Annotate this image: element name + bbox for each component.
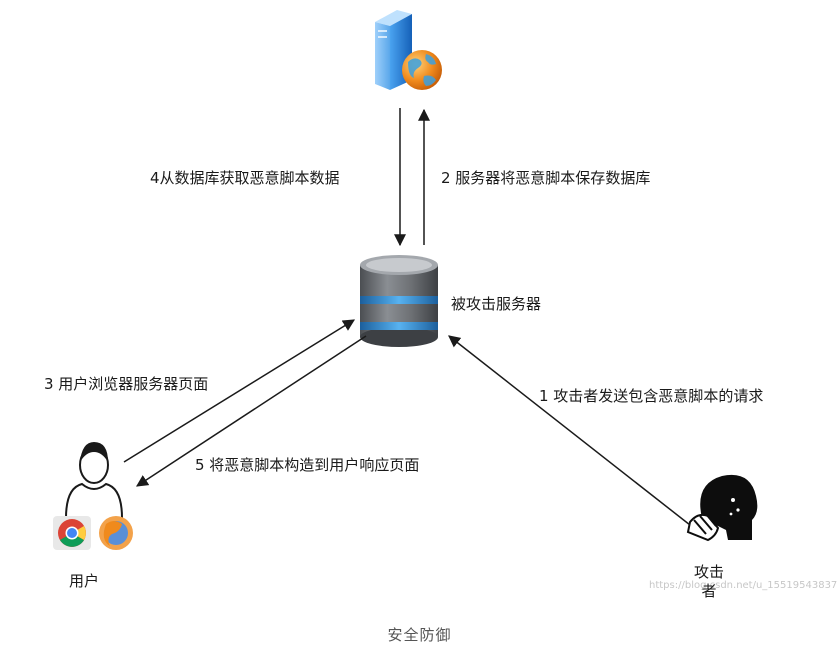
watermark-url: https://blog.csdn.net/u_15519543837 — [649, 580, 838, 591]
chrome-browser-icon — [53, 516, 91, 550]
label-step4: 4从数据库获取恶意脚本数据 — [150, 169, 340, 187]
user-person-icon — [65, 442, 123, 519]
label-step3: 3 用户浏览器服务器页面 — [44, 375, 209, 393]
label-server: 被攻击服务器 — [451, 295, 542, 313]
arrow-step1 — [448, 335, 691, 526]
database-icon — [360, 255, 438, 347]
firefox-browser-icon — [99, 516, 133, 550]
hacker-attacker-icon — [686, 474, 758, 542]
web-server-globe-icon — [375, 10, 442, 90]
label-step5: 5 将恶意脚本构造到用户响应页面 — [195, 456, 420, 474]
label-attacker: 攻击 者 — [686, 563, 732, 601]
figure-caption: 安全防御 — [387, 626, 452, 644]
label-step1: 1 攻击者发送包含恶意脚本的请求 — [539, 387, 764, 405]
label-attacker-line2: 者 — [701, 582, 717, 600]
label-user: 用户 — [69, 572, 100, 590]
label-step2: 2 服务器将恶意脚本保存数据库 — [441, 169, 651, 187]
label-attacker-line1: 攻击 — [693, 563, 724, 581]
xss-flow-diagram — [53, 10, 758, 550]
